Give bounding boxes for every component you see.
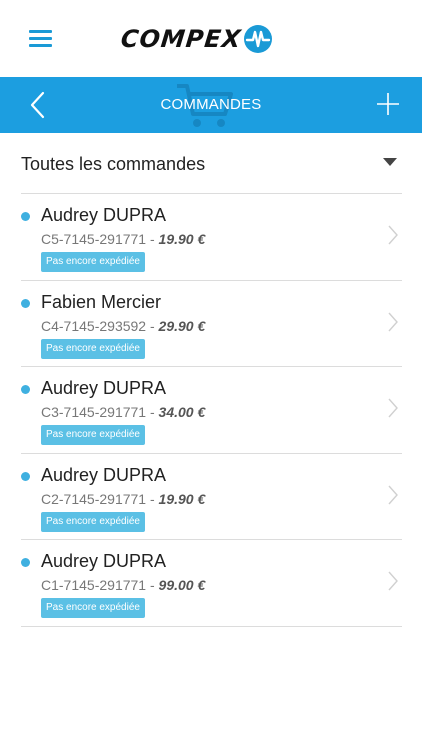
order-row[interactable]: Fabien Mercier C4-7145-293592 - 29.90 € …	[21, 281, 402, 367]
chevron-right-icon	[388, 398, 398, 418]
menu-line	[29, 30, 52, 33]
order-reference: C2-7145-291771 - 19.90 €	[41, 491, 205, 507]
menu-line	[29, 37, 52, 40]
order-separator: -	[146, 317, 159, 334]
orders-list: Audrey DUPRA C5-7145-291771 - 19.90 € Pa…	[21, 193, 402, 627]
status-badge: Pas encore expédiée	[41, 598, 145, 618]
unread-dot	[21, 558, 30, 567]
order-row[interactable]: Audrey DUPRA C1-7145-291771 - 99.00 € Pa…	[21, 540, 402, 627]
page-title: COMMANDES	[160, 96, 262, 113]
order-price: 99.00 €	[158, 577, 206, 593]
compex-logo-mark-icon	[244, 25, 273, 53]
orders-filter-dropdown[interactable]: Toutes les commandes	[21, 148, 401, 192]
chevron-right-icon	[388, 571, 398, 591]
order-price: 29.90 €	[158, 317, 206, 334]
order-number: C5-7145-291771	[41, 231, 147, 247]
order-price: 34.00 €	[158, 404, 206, 420]
order-number: C1-7145-291771	[41, 577, 147, 593]
order-reference: C5-7145-291771 - 19.90 €	[41, 231, 205, 247]
order-price: 19.90 €	[158, 231, 206, 247]
status-badge: Pas encore expédiée	[41, 338, 145, 359]
chevron-right-icon	[388, 225, 398, 245]
order-separator: -	[146, 231, 159, 247]
customer-name: Audrey DUPRA	[41, 551, 167, 571]
unread-dot	[21, 471, 30, 481]
chevron-right-icon	[388, 485, 398, 504]
order-reference: C1-7145-291771 - 99.00 €	[41, 577, 205, 593]
order-separator: -	[146, 404, 159, 420]
status-badge: Pas encore expédiée	[41, 511, 145, 532]
customer-name: Fabien Mercier	[41, 291, 162, 312]
navigation-bar: COMMANDES	[0, 77, 422, 133]
order-price: 19.90 €	[158, 490, 206, 507]
order-reference: C3-7145-291771 - 34.00 €	[41, 404, 205, 420]
order-reference: C4-7145-293592 - 29.90 €	[41, 318, 205, 334]
menu-line	[29, 44, 52, 47]
order-row[interactable]: Audrey DUPRA C5-7145-291771 - 19.90 € Pa…	[21, 194, 402, 281]
app-header: COMPEX	[0, 0, 422, 77]
unread-dot	[21, 212, 30, 221]
unread-dot	[21, 385, 30, 394]
order-number: C3-7145-291771	[41, 404, 147, 420]
order-number: C4-7145-293592	[41, 317, 147, 334]
filter-label: Toutes les commandes	[21, 154, 206, 174]
hamburger-icon[interactable]	[29, 30, 52, 48]
compex-logo: COMPEX	[119, 24, 273, 54]
order-row[interactable]: Audrey DUPRA C2-7145-291771 - 19.90 € Pa…	[21, 454, 402, 540]
unread-dot	[21, 298, 30, 308]
status-badge: Pas encore expédiée	[41, 252, 145, 272]
status-badge: Pas encore expédiée	[41, 425, 145, 445]
customer-name: Audrey DUPRA	[41, 205, 167, 225]
order-row[interactable]: Audrey DUPRA C3-7145-291771 - 34.00 € Pa…	[21, 367, 402, 454]
caret-down-icon	[383, 158, 397, 166]
order-separator: -	[146, 577, 159, 593]
order-number: C2-7145-291771	[41, 490, 147, 507]
logo-text: COMPEX	[119, 25, 243, 53]
customer-name: Audrey DUPRA	[41, 378, 167, 398]
chevron-right-icon	[388, 312, 398, 331]
plus-icon[interactable]	[376, 92, 400, 116]
order-separator: -	[146, 490, 159, 507]
customer-name: Audrey DUPRA	[41, 464, 167, 485]
